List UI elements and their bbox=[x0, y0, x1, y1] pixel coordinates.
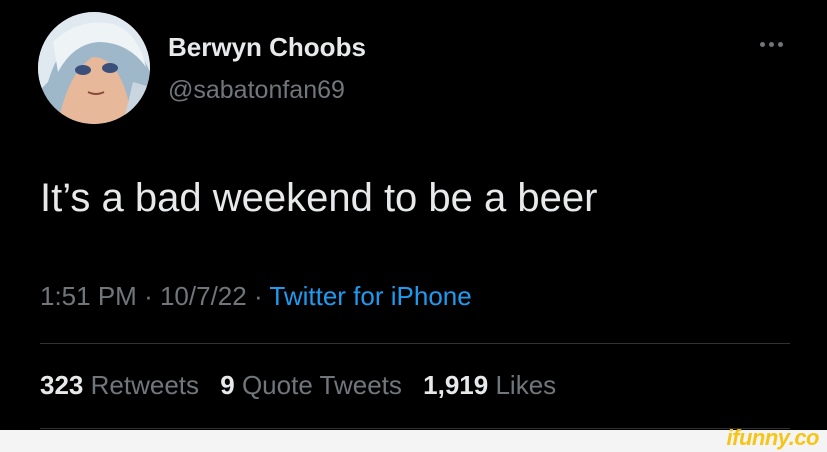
meta-separator: · bbox=[144, 281, 153, 311]
more-options-button[interactable] bbox=[752, 34, 792, 54]
watermark-bar bbox=[0, 430, 827, 452]
tweet-date[interactable]: 10/7/22 bbox=[160, 281, 247, 311]
quote-tweets-stat[interactable]: 9 Quote Tweets bbox=[220, 370, 402, 400]
tweet-meta: 1:51 PM · 10/7/22 · Twitter for iPhone bbox=[40, 281, 472, 312]
meta-separator: · bbox=[253, 281, 263, 311]
tweet-text: It’s a bad weekend to be a beer bbox=[40, 176, 598, 220]
likes-count: 1,919 bbox=[423, 370, 489, 400]
tweet-source-link[interactable]: Twitter for iPhone bbox=[269, 281, 471, 311]
tweet-stats: 323 Retweets 9 Quote Tweets 1,919 Likes bbox=[40, 370, 570, 401]
tweet-time[interactable]: 1:51 PM bbox=[40, 281, 137, 311]
tweet-card: Berwyn Choobs @sabatonfan69 It’s a bad w… bbox=[0, 0, 827, 430]
quote-tweets-count: 9 bbox=[220, 370, 235, 400]
author-handle[interactable]: @sabatonfan69 bbox=[168, 76, 345, 105]
likes-stat[interactable]: 1,919 Likes bbox=[423, 370, 556, 400]
divider bbox=[40, 343, 790, 344]
watermark: ifunny.co bbox=[726, 425, 820, 450]
author-name[interactable]: Berwyn Choobs bbox=[168, 32, 366, 63]
avatar-image bbox=[38, 12, 150, 124]
likes-label: Likes bbox=[495, 370, 557, 400]
retweets-label: Retweets bbox=[90, 370, 200, 400]
divider bbox=[40, 428, 790, 429]
avatar[interactable] bbox=[38, 12, 150, 124]
retweets-stat[interactable]: 323 Retweets bbox=[40, 370, 199, 400]
quote-tweets-label: Quote Tweets bbox=[241, 370, 402, 400]
retweets-count: 323 bbox=[40, 370, 84, 400]
